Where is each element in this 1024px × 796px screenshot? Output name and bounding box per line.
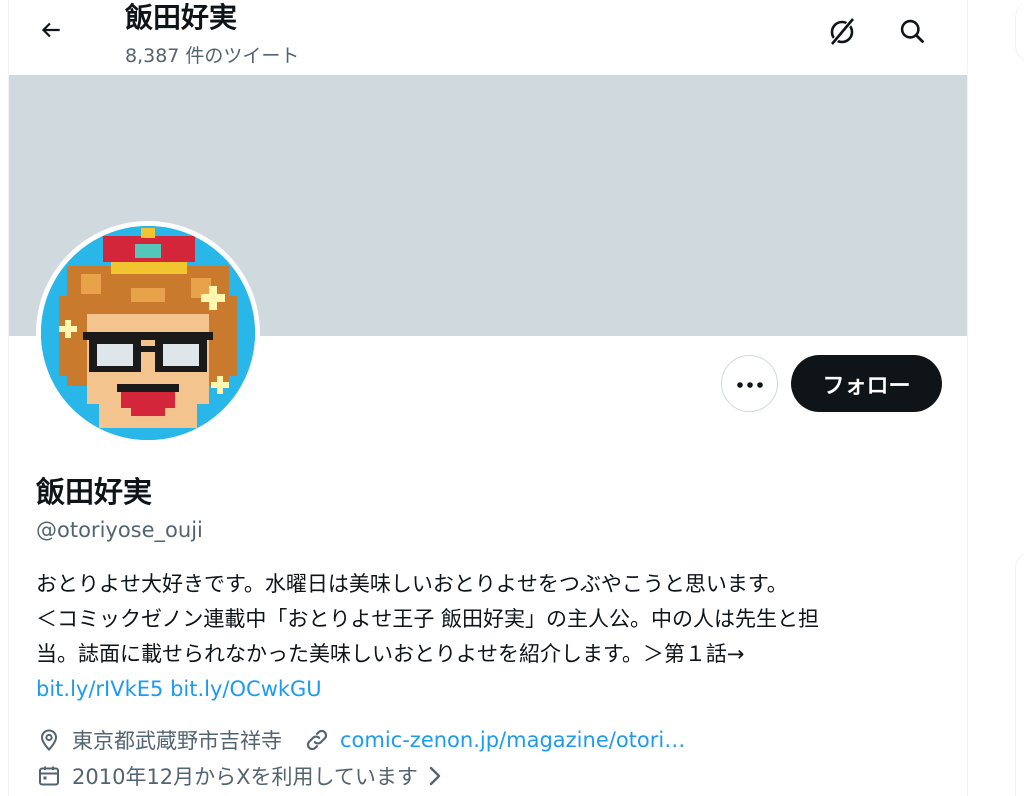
more-dots-icon [736, 374, 764, 393]
profile-name: 飯田好実 [36, 475, 153, 509]
column-divider-right [967, 0, 968, 796]
avatar-image [41, 226, 255, 440]
profile-avatar[interactable] [36, 221, 260, 445]
arrow-left-icon [38, 17, 64, 47]
link-icon [304, 727, 330, 753]
bio-link[interactable]: bit.ly/OCwkGU [170, 677, 322, 701]
bio-line: ＜コミックゼノン連載中「おとりよせ王子 飯田好実」の主人公。中の人は先生と担 [36, 607, 820, 631]
follow-button[interactable]: フォロー [791, 355, 942, 412]
grok-icon [826, 15, 858, 51]
right-sidebar-card-edge [1015, 552, 1024, 796]
search-button[interactable] [893, 14, 931, 52]
profile-handle: @otoriyose_ouji [36, 518, 203, 542]
location-pin-icon [36, 727, 62, 753]
search-icon [898, 17, 926, 49]
bio-links-line: bit.ly/rIVkE5 bit.ly/OCwkGU [36, 672, 956, 707]
header-title: 飯田好実 [125, 1, 238, 34]
more-options-button[interactable] [721, 355, 778, 412]
chevron-right-icon[interactable] [422, 763, 448, 789]
profile-header: 飯田好実 8,387 件のツイート [9, 0, 967, 75]
right-sidebar-search-edge[interactable] [1015, 0, 1024, 63]
bio-line: おとりよせ大好きです。水曜日は美味しいおとりよせをつぶやこうと思います。 [36, 572, 788, 596]
grok-button[interactable] [823, 14, 861, 52]
profile-page: 飯田好実 8,387 件のツイート フォロー 飯田好実 @otoriyose_o… [0, 0, 1024, 796]
tweet-count: 8,387 件のツイート [125, 45, 300, 67]
profile-join-date[interactable]: 2010年12月からXを利用しています [72, 761, 418, 791]
profile-bio: おとりよせ大好きです。水曜日は美味しいおとりよせをつぶやこうと思います。 ＜コミ… [36, 567, 956, 707]
bio-link[interactable]: bit.ly/rIVkE5 [36, 677, 163, 701]
profile-meta-row: 2010年12月からXを利用しています [36, 760, 448, 792]
profile-website-link[interactable]: comic-zenon.jp/magazine/otori… [340, 728, 685, 752]
bio-line: 当。誌面に載せられなかった美味しいおとりよせを紹介します。＞第１話→ [36, 642, 745, 666]
profile-meta-row: 東京都武蔵野市吉祥寺 comic-zenon.jp/magazine/otori… [36, 724, 685, 756]
calendar-icon [36, 763, 62, 789]
profile-location: 東京都武蔵野市吉祥寺 [72, 729, 282, 753]
back-button[interactable] [33, 14, 69, 50]
